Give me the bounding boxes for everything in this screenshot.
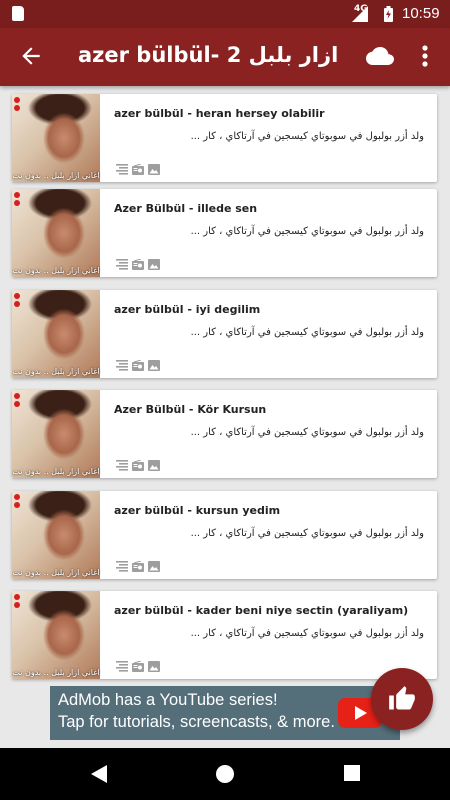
indicator-dot	[14, 192, 20, 198]
ad-line-1: AdMob has a YouTube series!	[58, 691, 278, 709]
song-thumbnail: اغاني ازار بلبل .. بدون نت	[12, 94, 100, 182]
lyrics-icon	[116, 259, 128, 270]
system-nav-bar	[0, 748, 450, 800]
song-card[interactable]: اغاني ازار بلبل .. بدون نت azer bülbül -…	[12, 94, 437, 182]
song-card[interactable]: اغاني ازار بلبل .. بدون نت Azer Bülbül -…	[12, 390, 437, 478]
song-card[interactable]: اغاني ازار بلبل .. بدون نت Azer Bülbül -…	[12, 189, 437, 277]
indicator-dot	[14, 301, 20, 307]
indicator-dot	[14, 200, 20, 206]
indicator-dot	[14, 401, 20, 407]
radio-icon	[132, 460, 144, 471]
recents-square-icon[interactable]	[343, 764, 361, 782]
home-circle-icon[interactable]	[215, 764, 235, 784]
song-description: ولد أزر بولبول في سوبوتاي كيسجين في آرتا…	[190, 226, 424, 237]
indicator-dot	[14, 594, 20, 600]
song-description: ولد أزر بولبول في سوبوتاي كيسجين في آرتا…	[190, 427, 424, 438]
song-card[interactable]: اغاني ازار بلبل .. بدون نت azer bülbül -…	[12, 591, 437, 679]
song-thumbnail: اغاني ازار بلبل .. بدون نت	[12, 491, 100, 579]
song-title: azer bülbül - iyi degilim	[114, 303, 261, 316]
cloud-icon[interactable]	[366, 45, 394, 67]
song-description: ولد أزر بولبول في سوبوتاي كيسجين في آرتا…	[190, 628, 424, 639]
image-icon	[148, 164, 160, 175]
lyrics-icon	[116, 360, 128, 371]
song-title: azer bülbül - heran hersey olabilir	[114, 107, 325, 120]
song-thumbnail: اغاني ازار بلبل .. بدون نت	[12, 591, 100, 679]
thumbnail-caption: اغاني ازار بلبل .. بدون نت	[12, 171, 100, 180]
thumbnail-caption: اغاني ازار بلبل .. بدون نت	[12, 568, 100, 577]
arrow-back-icon[interactable]	[18, 43, 44, 69]
indicator-dot	[14, 293, 20, 299]
ad-line-2: Tap for tutorials, screencasts, & more.	[58, 713, 335, 731]
indicator-dot	[14, 105, 20, 111]
indicator-dot	[14, 393, 20, 399]
song-card[interactable]: اغاني ازار بلبل .. بدون نت azer bülbül -…	[12, 491, 437, 579]
song-description: ولد أزر بولبول في سوبوتاي كيسجين في آرتا…	[190, 327, 424, 338]
back-triangle-icon[interactable]	[90, 764, 108, 784]
song-description: ولد أزر بولبول في سوبوتاي كيسجين في آرتا…	[190, 131, 424, 142]
like-fab-button[interactable]	[371, 668, 433, 730]
radio-icon	[132, 360, 144, 371]
image-icon	[148, 259, 160, 270]
lyrics-icon	[116, 164, 128, 175]
status-bar: 4G 10:59	[0, 0, 450, 28]
indicator-dot	[14, 502, 20, 508]
indicator-dot	[14, 602, 20, 608]
more-vert-icon[interactable]	[419, 44, 431, 68]
radio-icon	[132, 164, 144, 175]
indicator-dot	[14, 494, 20, 500]
image-icon	[148, 561, 160, 572]
app-bar: azer bülbül- 2 ازار بلبل	[0, 28, 450, 86]
page-title: azer bülbül- 2 ازار بلبل	[78, 43, 339, 67]
song-title: Azer Bülbül - illede sen	[114, 202, 258, 215]
image-icon	[148, 661, 160, 672]
image-icon	[148, 460, 160, 471]
lyrics-icon	[116, 460, 128, 471]
radio-icon	[132, 661, 144, 672]
image-icon	[148, 360, 160, 371]
thumbnail-caption: اغاني ازار بلبل .. بدون نت	[12, 266, 100, 275]
sd-card-icon	[12, 6, 24, 21]
indicator-dot	[14, 97, 20, 103]
lyrics-icon	[116, 561, 128, 572]
battery-icon	[384, 6, 393, 22]
lyrics-icon	[116, 661, 128, 672]
status-time: 10:59	[402, 5, 440, 22]
song-thumbnail: اغاني ازار بلبل .. بدون نت	[12, 189, 100, 277]
song-thumbnail: اغاني ازار بلبل .. بدون نت	[12, 390, 100, 478]
ad-banner[interactable]: AdMob has a YouTube series! Tap for tuto…	[50, 686, 400, 740]
thumbnail-caption: اغاني ازار بلبل .. بدون نت	[12, 367, 100, 376]
song-card[interactable]: اغاني ازار بلبل .. بدون نت azer bülbül -…	[12, 290, 437, 378]
song-title: Azer Bülbül - Kör Kursun	[114, 403, 267, 416]
song-title: azer bülbül - kursun yedim	[114, 504, 281, 517]
network-type: 4G	[354, 4, 368, 14]
radio-icon	[132, 561, 144, 572]
thumbnail-caption: اغاني ازار بلبل .. بدون نت	[12, 467, 100, 476]
song-thumbnail: اغاني ازار بلبل .. بدون نت	[12, 290, 100, 378]
song-description: ولد أزر بولبول في سوبوتاي كيسجين في آرتا…	[190, 528, 424, 539]
thumbs-up-icon	[389, 686, 415, 710]
thumbnail-caption: اغاني ازار بلبل .. بدون نت	[12, 668, 100, 677]
song-title: azer bülbül - kader beni niye sectin (ya…	[114, 604, 409, 617]
radio-icon	[132, 259, 144, 270]
